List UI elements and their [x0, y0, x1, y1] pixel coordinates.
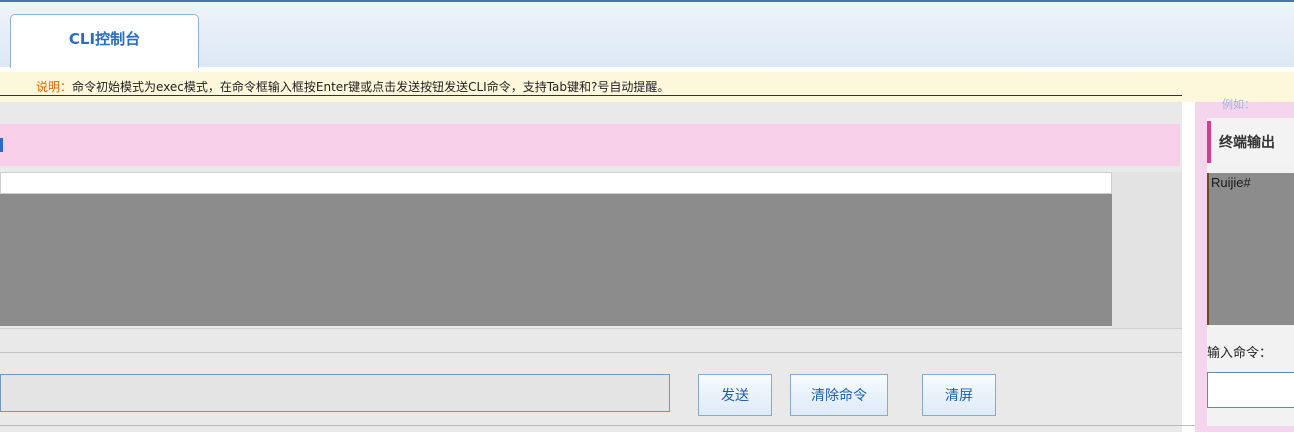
divider: [0, 328, 1182, 329]
clear-screen-button-label: 清屏: [945, 388, 973, 404]
notice-text: 命令初始模式为exec模式，在命令框输入框按Enter键或点击发送按钮发送CLI…: [72, 80, 670, 94]
clear-command-button-label: 清除命令: [811, 388, 867, 404]
terminal-output-title: 终端输出: [1219, 135, 1275, 151]
terminal-command-input[interactable]: [1207, 372, 1294, 408]
terminal-output-header: 终端输出: [1207, 121, 1294, 163]
divider: [0, 352, 1182, 353]
command-prompt-label: 输入命令：: [1207, 346, 1273, 361]
notice-bar: 说明：命令初始模式为exec模式，在命令框输入框按Enter键或点击发送按钮发送…: [0, 72, 1294, 102]
clear-command-button[interactable]: 清除命令: [790, 374, 888, 416]
clear-screen-button[interactable]: 清屏: [922, 374, 996, 416]
example-hint-text: 例如：: [1222, 98, 1255, 111]
history-area[interactable]: [0, 194, 1112, 326]
terminal-text: Ruijie#: [1211, 175, 1251, 190]
panel-header-marker: [0, 138, 3, 152]
tab-cli-console[interactable]: CLI控制台: [10, 14, 199, 68]
command-input[interactable]: [0, 374, 670, 412]
divider: [0, 425, 1294, 426]
history-side-area: [1112, 172, 1182, 328]
notice-label: 说明：: [36, 80, 73, 94]
send-button-label: 发送: [721, 388, 749, 404]
terminal-output[interactable]: Ruijie#: [1207, 173, 1294, 325]
tab-label: CLI控制台: [68, 30, 141, 48]
history-input-row[interactable]: [0, 172, 1112, 194]
notice-underline: [0, 95, 1182, 96]
send-button[interactable]: 发送: [698, 374, 772, 416]
panel-header-bar: [0, 124, 1180, 166]
